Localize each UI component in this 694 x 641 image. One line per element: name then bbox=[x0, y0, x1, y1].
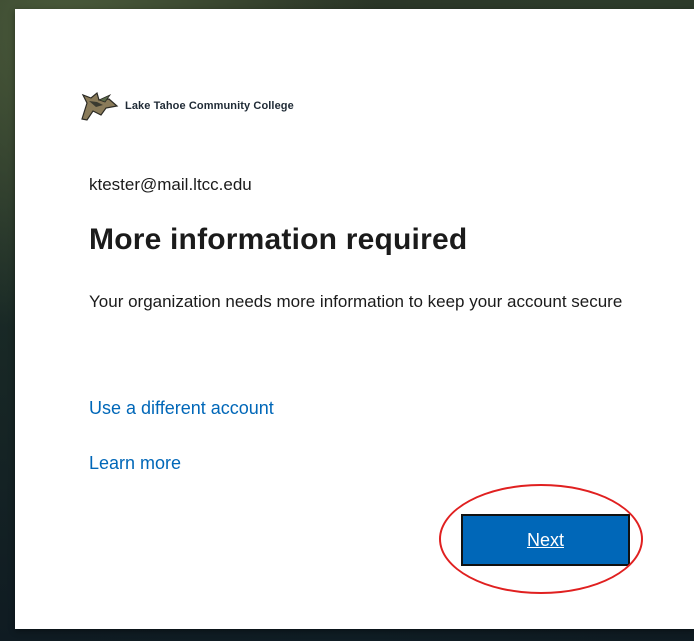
next-button[interactable]: Next bbox=[461, 514, 630, 566]
org-name: Lake Tahoe Community College bbox=[125, 100, 294, 112]
page-title: More information required bbox=[89, 223, 468, 256]
ltcc-logo-icon bbox=[81, 91, 119, 121]
learn-more-link[interactable]: Learn more bbox=[89, 453, 181, 474]
account-email: ktester@mail.ltcc.edu bbox=[89, 175, 252, 194]
org-logo: Lake Tahoe Community College bbox=[79, 89, 294, 123]
page-description: Your organization needs more information… bbox=[89, 292, 623, 311]
use-different-account-link[interactable]: Use a different account bbox=[89, 398, 274, 419]
